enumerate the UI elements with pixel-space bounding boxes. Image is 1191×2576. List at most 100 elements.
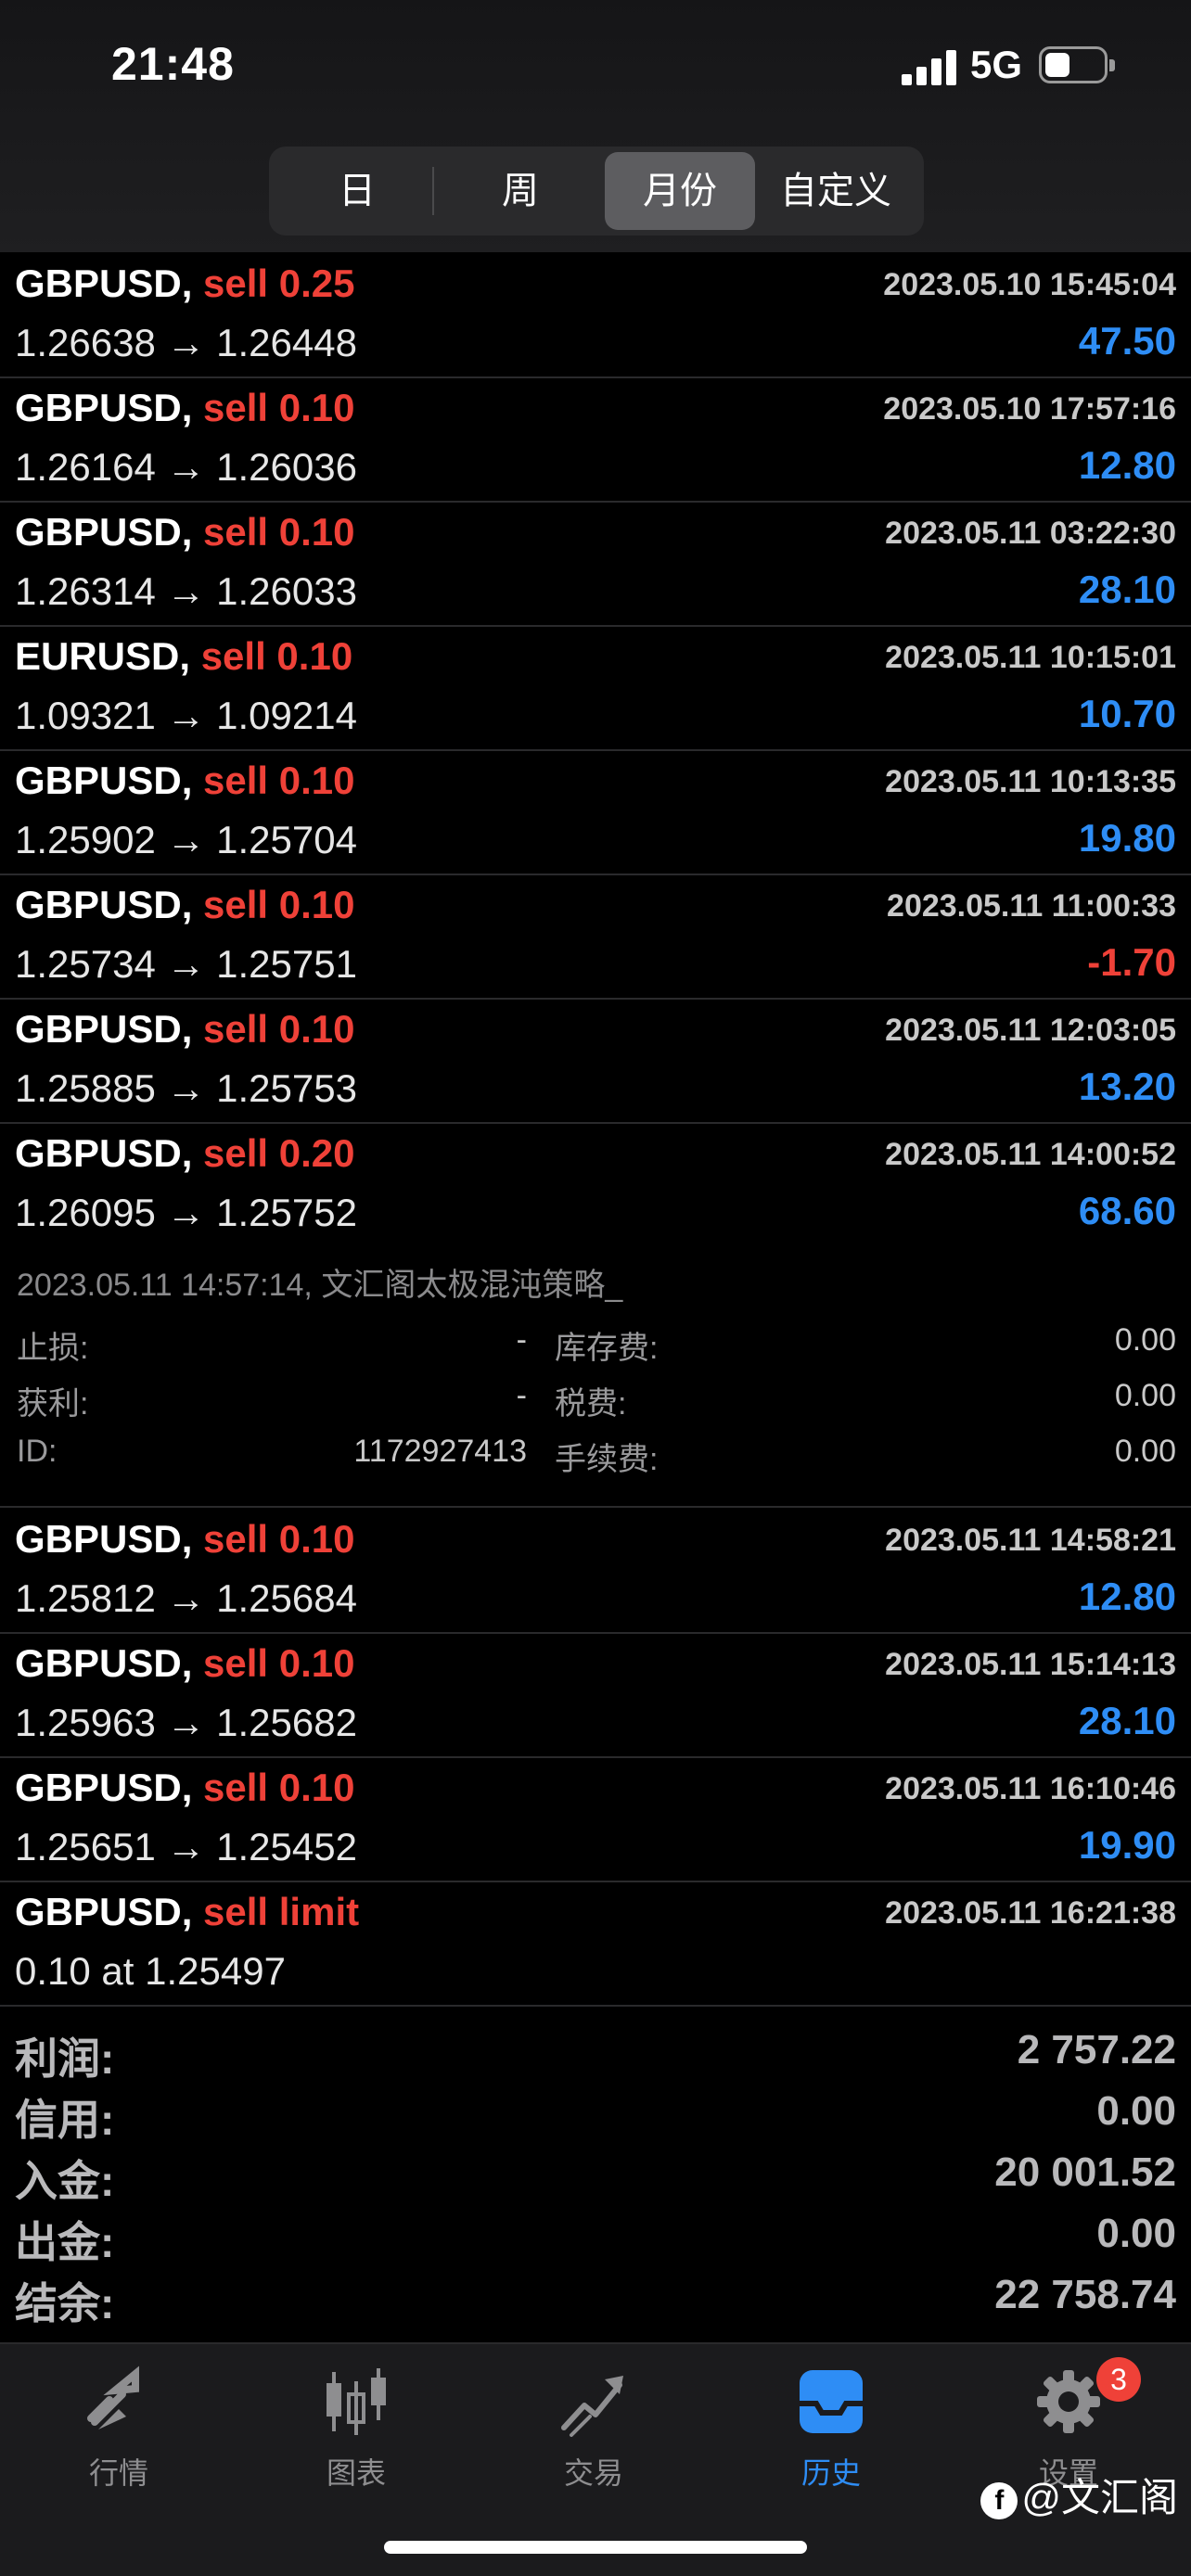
trade-prices: 1.09321 → 1.09214 xyxy=(15,694,357,737)
trade-profit: 12.80 xyxy=(1078,1575,1176,1618)
commission-label: 手续费: xyxy=(555,1442,659,1477)
summary-profit: 利润: 2 757.22 xyxy=(0,2025,1191,2086)
tab-history[interactable]: 历史 xyxy=(738,2365,924,2494)
summary-credit: 信用: 0.00 xyxy=(0,2086,1191,2148)
trade-time: 2023.05.10 15:45:04 xyxy=(883,267,1176,302)
summary-label: 利润: xyxy=(15,2034,115,2083)
take-profit-label: 获利: xyxy=(17,1386,89,1422)
summary-value: 0.00 xyxy=(1096,2211,1176,2256)
trade-prices: 1.26638 → 1.26448 xyxy=(15,321,357,364)
summary-value: 20 001.52 xyxy=(994,2149,1176,2195)
candlestick-chart-icon xyxy=(327,2368,386,2435)
trade-prices: 1.25885 → 1.25753 xyxy=(15,1066,357,1110)
watermark: f @文汇阁 xyxy=(980,2467,1178,2523)
history-inbox-icon xyxy=(800,2370,863,2433)
trade-detail-panel: 2023.05.11 14:57:14, 文汇阁太极混沌策略_ 止损: - 库存… xyxy=(0,1246,1191,1508)
summary-label: 结余: xyxy=(15,2279,115,2327)
trade-row[interactable]: GBPUSD, sell 0.10 2023.05.11 14:58:21 1.… xyxy=(0,1510,1191,1634)
trade-time: 2023.05.11 14:00:52 xyxy=(885,1137,1176,1172)
trade-side: sell 0.10 xyxy=(203,1517,355,1561)
stop-loss-value: - xyxy=(516,1322,527,1358)
summary-label: 出金: xyxy=(15,2218,115,2266)
period-tab-day[interactable]: 日 xyxy=(282,152,432,230)
commission-value: 0.00 xyxy=(1114,1434,1176,1469)
trade-time: 2023.05.11 03:22:30 xyxy=(885,516,1176,551)
trade-row[interactable]: GBPUSD, sell 0.10 2023.05.11 11:00:33 1.… xyxy=(0,875,1191,1000)
trade-trend-icon xyxy=(561,2376,623,2437)
trade-profit: -1.70 xyxy=(1087,940,1176,984)
summary-balance: 结余: 22 758.74 xyxy=(0,2270,1191,2331)
trade-prices: 1.25812 → 1.25684 xyxy=(15,1576,357,1620)
trade-symbol: GBPUSD, xyxy=(15,510,193,554)
trade-time: 2023.05.11 15:14:13 xyxy=(885,1647,1176,1682)
quotes-arrows-icon xyxy=(87,2366,139,2429)
trade-symbol: GBPUSD, xyxy=(15,883,193,926)
trade-side: sell limit xyxy=(203,1890,360,1933)
trade-symbol: GBPUSD, xyxy=(15,759,193,802)
trade-side: sell 0.10 xyxy=(200,634,353,678)
watermark-text: @文汇阁 xyxy=(1021,2476,1178,2519)
trade-side: sell 0.10 xyxy=(203,510,355,554)
trade-symbol: GBPUSD, xyxy=(15,1131,193,1175)
summary-deposit: 入金: 20 001.52 xyxy=(0,2148,1191,2209)
notification-badge: 3 xyxy=(1096,2357,1141,2402)
trade-symbol: GBPUSD, xyxy=(15,1766,193,1809)
trade-profit: 19.80 xyxy=(1078,816,1176,860)
order-volume-price: 0.10 at 1.25497 xyxy=(15,1949,286,1993)
trade-row[interactable]: EURUSD, sell 0.10 2023.05.11 10:15:01 1.… xyxy=(0,627,1191,751)
summary-value: 0.00 xyxy=(1096,2088,1176,2134)
trade-profit: 10.70 xyxy=(1078,692,1176,735)
trade-symbol: GBPUSD, xyxy=(15,1007,193,1051)
trade-row[interactable]: GBPUSD, sell 0.10 2023.05.11 10:13:35 1.… xyxy=(0,751,1191,875)
tab-label: 图表 xyxy=(326,2456,386,2490)
trade-prices: 1.25902 → 1.25704 xyxy=(15,818,357,861)
trade-time: 2023.05.10 17:57:16 xyxy=(883,391,1176,427)
trade-row-expanded[interactable]: GBPUSD, sell 0.20 2023.05.11 14:00:52 1.… xyxy=(0,1124,1191,1248)
trade-comment: 2023.05.11 14:57:14, 文汇阁太极混沌策略_ xyxy=(17,1268,623,1303)
trade-time: 2023.05.11 16:10:46 xyxy=(885,1771,1176,1806)
trade-time: 2023.05.11 12:03:05 xyxy=(885,1013,1176,1048)
summary-label: 信用: xyxy=(15,2096,115,2144)
trade-profit: 13.20 xyxy=(1078,1065,1176,1108)
take-profit-value: - xyxy=(516,1378,527,1413)
trade-profit: 12.80 xyxy=(1078,443,1176,487)
trade-profit: 68.60 xyxy=(1078,1189,1176,1232)
trade-row[interactable]: GBPUSD, sell 0.10 2023.05.10 17:57:16 1.… xyxy=(0,378,1191,503)
tax-label: 税费: xyxy=(555,1386,627,1422)
home-indicator[interactable] xyxy=(384,2541,807,2554)
trade-profit: 28.10 xyxy=(1078,1699,1176,1742)
stop-loss-label: 止损: xyxy=(17,1331,89,1366)
trade-row[interactable]: GBPUSD, sell 0.10 2023.05.11 03:22:30 1.… xyxy=(0,503,1191,627)
trade-symbol: GBPUSD, xyxy=(15,386,193,429)
order-id-value: 1172927413 xyxy=(353,1434,527,1469)
trade-symbol: GBPUSD, xyxy=(15,1641,193,1685)
trade-row[interactable]: GBPUSD, sell 0.10 2023.05.11 12:03:05 1.… xyxy=(0,1000,1191,1124)
tab-chart[interactable]: 图表 xyxy=(263,2365,449,2494)
trade-side: sell 0.10 xyxy=(203,1641,355,1685)
trade-time: 2023.05.11 11:00:33 xyxy=(887,888,1176,924)
trade-symbol: GBPUSD, xyxy=(15,1890,193,1933)
trade-symbol: GBPUSD, xyxy=(15,1517,193,1561)
trade-side: sell 0.10 xyxy=(203,759,355,802)
tax-value: 0.00 xyxy=(1114,1378,1176,1413)
trade-time: 2023.05.11 10:13:35 xyxy=(885,764,1176,799)
trade-profit: 28.10 xyxy=(1078,567,1176,611)
period-tab-month[interactable]: 月份 xyxy=(605,152,755,230)
period-tab-week[interactable]: 周 xyxy=(445,152,596,230)
trade-profit: 19.90 xyxy=(1078,1823,1176,1867)
trade-side: sell 0.10 xyxy=(203,1007,355,1051)
trade-time: 2023.05.11 14:58:21 xyxy=(885,1523,1176,1558)
trade-row[interactable]: GBPUSD, sell 0.10 2023.05.11 15:14:13 1.… xyxy=(0,1634,1191,1758)
trade-prices: 1.25651 → 1.25452 xyxy=(15,1825,357,1868)
watermark-logo-icon: f xyxy=(980,2481,1018,2519)
pending-order-row[interactable]: GBPUSD, sell limit 2023.05.11 16:21:38 0… xyxy=(0,1882,1191,2007)
period-tab-custom[interactable]: 自定义 xyxy=(761,152,911,230)
tab-trade[interactable]: 交易 xyxy=(501,2365,686,2494)
gear-icon xyxy=(1037,2370,1100,2433)
trade-prices: 1.26314 → 1.26033 xyxy=(15,569,357,613)
trade-row[interactable]: GBPUSD, sell 0.10 2023.05.11 16:10:46 1.… xyxy=(0,1758,1191,1882)
battery-icon xyxy=(1039,46,1115,83)
trade-row[interactable]: GBPUSD, sell 0.25 2023.05.10 15:45:04 1.… xyxy=(0,254,1191,378)
trade-prices: 1.25963 → 1.25682 xyxy=(15,1701,357,1744)
tab-quotes[interactable]: 行情 xyxy=(26,2365,211,2494)
